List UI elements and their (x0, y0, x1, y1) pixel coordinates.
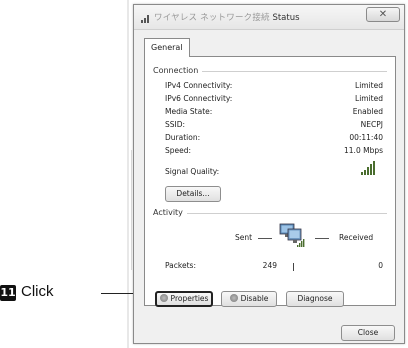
properties-button[interactable]: Properties (155, 291, 213, 307)
shield-icon (159, 294, 168, 302)
duration-value: 00:11:40 (349, 133, 383, 142)
connection-group-label: Connection (153, 66, 203, 75)
media-state-value: Enabled (352, 107, 383, 116)
window-title: ワイヤレス ネットワーク接続 Status (154, 13, 300, 23)
shield-icon (229, 294, 238, 302)
tab-general[interactable]: General (144, 38, 190, 57)
title-bar: ワイヤレス ネットワーク接続 Status ✕ (134, 5, 404, 30)
packets-received-value: 0 (378, 261, 383, 270)
packets-label: Packets: (165, 261, 196, 270)
received-label: Received (339, 233, 374, 242)
disable-button-label: Disable (240, 294, 269, 303)
network-signal-icon (141, 13, 151, 23)
sent-label: Sent (235, 233, 253, 242)
ipv4-value: Limited (355, 81, 383, 90)
network-computers-icon (277, 223, 307, 251)
details-button[interactable]: Details... (165, 186, 221, 202)
properties-button-label: Properties (170, 294, 209, 303)
activity-divider (293, 263, 294, 271)
signal-quality-label: Signal Quality: (165, 167, 220, 176)
packets-sent-value: 249 (262, 261, 277, 270)
ssid-label: SSID: (165, 120, 186, 129)
background-edge (131, 150, 132, 270)
background-edge (127, 0, 129, 348)
ipv6-value: Limited (355, 94, 383, 103)
signal-strength-icon (361, 161, 383, 175)
diagnose-button[interactable]: Diagnose (286, 291, 344, 307)
general-panel: Connection IPv4 Connectivity: Limited IP… (144, 56, 396, 307)
received-line (315, 238, 329, 239)
close-window-button[interactable]: ✕ (366, 7, 400, 22)
speed-value: 11.0 Mbps (344, 146, 383, 155)
duration-label: Duration: (165, 133, 201, 142)
ipv4-label: IPv4 Connectivity: (165, 81, 233, 90)
ssid-value: NECPJ (360, 120, 383, 129)
activity-group-label: Activity (153, 208, 187, 217)
speed-label: Speed: (165, 146, 192, 155)
step-instruction: Click (21, 283, 54, 300)
ipv6-label: IPv6 Connectivity: (165, 94, 233, 103)
media-state-label: Media State: (165, 107, 213, 116)
close-button[interactable]: Close (341, 325, 395, 341)
group-divider (153, 213, 387, 214)
status-dialog: ワイヤレス ネットワーク接続 Status ✕ General Connecti… (133, 4, 405, 344)
sent-line (258, 238, 272, 239)
disable-button[interactable]: Disable (221, 291, 277, 307)
step-number-badge: 11 (0, 285, 16, 301)
